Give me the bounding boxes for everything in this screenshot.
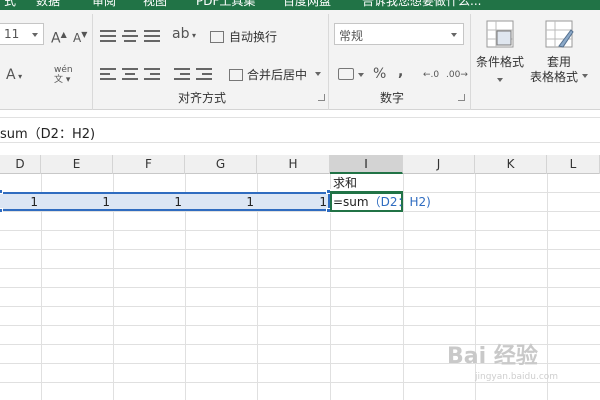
group-separator <box>328 14 329 110</box>
chevron-down-icon[interactable] <box>497 78 503 82</box>
dialog-launcher-icon[interactable] <box>458 94 465 101</box>
phonetic-guide-icon[interactable]: wén 文 ▾ <box>54 65 73 85</box>
formula-bar-content[interactable]: sum（D2：H2) <box>0 123 95 142</box>
column-header-j[interactable]: J <box>403 155 475 174</box>
alignment-group-label: 对齐方式 <box>178 91 227 105</box>
tab-baidu-netdisk[interactable]: 百度网盘 <box>283 0 331 8</box>
conditional-formatting-button[interactable]: 条件格式 <box>476 53 524 70</box>
align-center-icon[interactable] <box>122 68 138 80</box>
merge-center-button[interactable]: 合并后居中 <box>247 66 307 83</box>
tab-view[interactable]: 视图 <box>143 0 167 8</box>
format-as-table-icon[interactable] <box>545 20 575 50</box>
tab-data[interactable]: 数据 <box>36 0 60 8</box>
font-color-icon[interactable]: A ▾ <box>6 67 22 85</box>
bottom-align-icon[interactable] <box>144 30 160 42</box>
middle-align-icon[interactable] <box>122 30 138 42</box>
merge-center-icon <box>229 69 243 81</box>
dialog-launcher-icon[interactable] <box>318 94 325 101</box>
tab-formulas[interactable]: 式 <box>4 0 16 8</box>
cell-d2[interactable]: 1 <box>0 193 41 212</box>
cell-f2[interactable]: 1 <box>113 193 185 212</box>
cell-i2-function: =sum <box>333 195 369 209</box>
column-header-e[interactable]: E <box>41 155 113 174</box>
ribbon: 11 A▲ A▼ A ▾ wén 文 ▾ ab ▾ 自动换行 合并后居中 对齐方式 <box>0 10 600 110</box>
chevron-down-icon <box>32 33 38 37</box>
orientation-icon[interactable]: ab ▾ <box>172 26 196 44</box>
increase-indent-icon[interactable] <box>196 68 212 80</box>
number-format-value: 常规 <box>339 29 364 43</box>
chevron-down-icon[interactable] <box>358 73 364 77</box>
tell-me-search[interactable]: 告诉我您想要做什么... <box>362 0 481 8</box>
baidu-jingyan-watermark-url: jingyan.baidu.com <box>475 372 559 382</box>
decrease-indent-icon[interactable] <box>174 68 190 80</box>
tab-pdf-tools[interactable]: PDF工具集 <box>196 0 255 8</box>
ribbon-tab-strip: 式 数据 审阅 视图 PDF工具集 百度网盘 告诉我您想要做什么... <box>0 0 600 10</box>
align-right-icon[interactable] <box>144 68 160 80</box>
column-header-l[interactable]: L <box>547 155 600 174</box>
number-group-label: 数字 <box>380 91 405 105</box>
cell-e2[interactable]: 1 <box>41 193 113 212</box>
decrease-decimal-icon[interactable]: .00→ <box>446 67 468 83</box>
column-header-g[interactable]: G <box>185 155 257 174</box>
increase-decimal-icon[interactable]: ←.0 <box>423 67 439 83</box>
cell-h2[interactable]: 1 <box>257 193 330 212</box>
group-separator <box>92 14 93 110</box>
baidu-jingyan-watermark: Bai 经验 <box>447 344 538 369</box>
cell-i2-formula[interactable]: =sum（D2：H2) <box>333 193 431 212</box>
chevron-down-icon <box>451 33 457 37</box>
wrap-text-button[interactable]: 自动换行 <box>229 28 277 45</box>
percent-style-button[interactable]: % <box>373 66 386 82</box>
column-header-k[interactable]: K <box>475 155 547 174</box>
accounting-format-icon[interactable] <box>338 68 354 80</box>
group-separator <box>470 14 471 110</box>
font-size-value: 11 <box>4 27 20 41</box>
number-format-select[interactable]: 常规 <box>334 23 464 45</box>
tab-review[interactable]: 审阅 <box>92 0 116 8</box>
top-align-icon[interactable] <box>100 30 116 42</box>
chevron-down-icon[interactable] <box>315 72 321 76</box>
chevron-down-icon[interactable] <box>582 74 588 78</box>
font-size-select[interactable]: 11 <box>0 23 44 45</box>
column-header-i[interactable]: I <box>330 155 403 174</box>
column-header-f[interactable]: F <box>113 155 185 174</box>
align-left-icon[interactable] <box>100 68 116 80</box>
comma-style-button[interactable]: , <box>398 64 403 80</box>
decrease-font-icon[interactable]: A▼ <box>73 27 87 46</box>
conditional-formatting-icon[interactable] <box>486 20 516 50</box>
column-header-d[interactable]: D <box>0 155 41 174</box>
increase-font-icon[interactable]: A▲ <box>51 27 67 47</box>
formula-bar[interactable]: sum（D2：H2) <box>0 117 600 143</box>
column-header-h[interactable]: H <box>257 155 330 174</box>
column-header-row: D E F G H I J K L <box>0 155 600 174</box>
wrap-text-icon <box>210 31 224 43</box>
cell-i2-arguments: （D2：H2) <box>368 195 431 209</box>
cell-g2[interactable]: 1 <box>185 193 257 212</box>
phonetic-guide-glyph: wén <box>54 65 73 75</box>
format-as-table-label-bottom[interactable]: 表格格式 <box>530 68 578 85</box>
